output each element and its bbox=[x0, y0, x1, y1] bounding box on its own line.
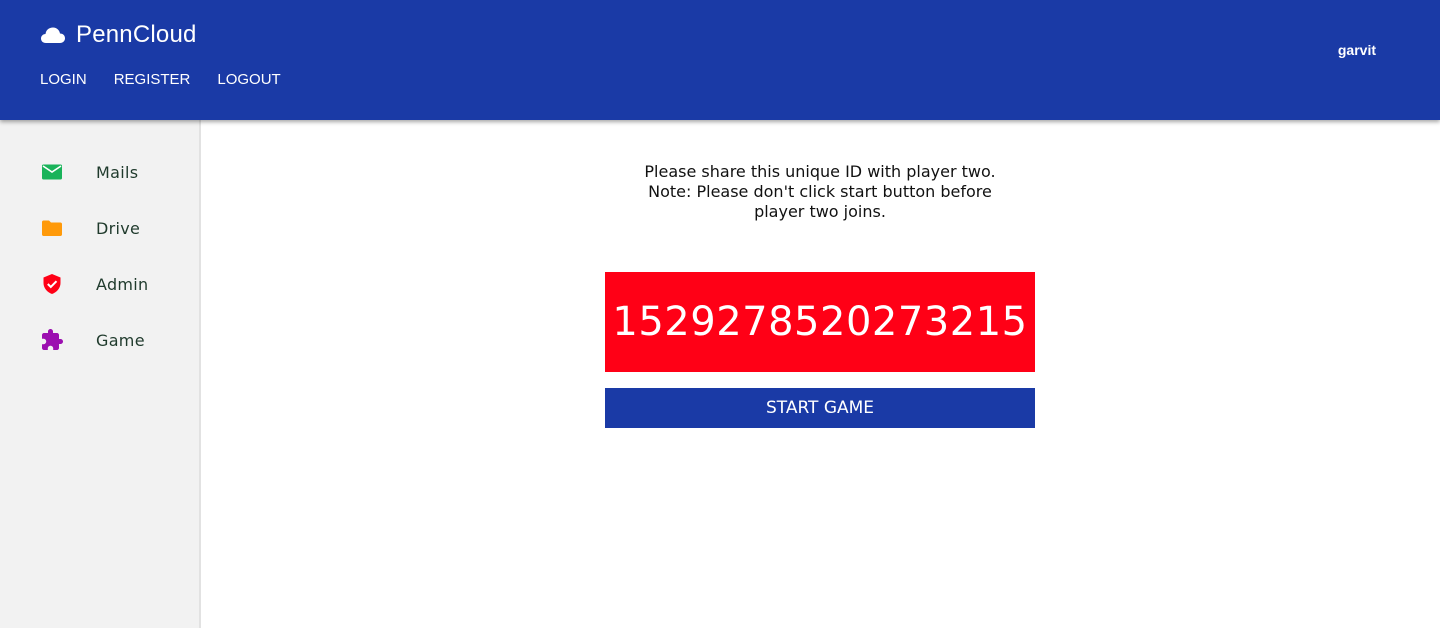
register-link[interactable]: REGISTER bbox=[114, 70, 191, 90]
top-nav: LOGIN REGISTER LOGOUT bbox=[40, 70, 308, 90]
sidebar-item-admin[interactable]: Admin bbox=[40, 270, 190, 298]
sidebar-item-game[interactable]: Game bbox=[40, 326, 190, 354]
instruction-line: Please share this unique ID with player … bbox=[644, 162, 996, 181]
login-link[interactable]: LOGIN bbox=[40, 70, 87, 90]
app-bar: PennCloud LOGIN REGISTER LOGOUT garvit bbox=[0, 0, 1440, 120]
mail-icon bbox=[40, 160, 64, 184]
app-title: PennCloud bbox=[76, 21, 197, 48]
cloud-icon bbox=[40, 25, 66, 45]
unique-id-display: 1529278520273215 bbox=[605, 272, 1035, 372]
logout-link[interactable]: LOGOUT bbox=[217, 70, 280, 90]
sidebar-item-mails[interactable]: Mails bbox=[40, 158, 190, 186]
sidebar-item-label: Admin bbox=[96, 274, 149, 294]
sidebar-item-label: Game bbox=[96, 330, 145, 350]
puzzle-icon bbox=[40, 328, 64, 352]
instruction-line: Note: Please don't click start button be… bbox=[648, 182, 992, 201]
sidebar: Mails Drive Admin Game bbox=[0, 120, 201, 628]
username[interactable]: garvit bbox=[1338, 42, 1376, 58]
shield-check-icon bbox=[40, 272, 64, 296]
share-instructions: Please share this unique ID with player … bbox=[601, 162, 1039, 222]
instruction-line: player two joins. bbox=[754, 202, 886, 221]
sidebar-item-label: Mails bbox=[96, 162, 139, 182]
main-content: Please share this unique ID with player … bbox=[201, 120, 1440, 628]
brand[interactable]: PennCloud bbox=[40, 20, 197, 50]
folder-icon bbox=[40, 216, 64, 240]
sidebar-item-drive[interactable]: Drive bbox=[40, 214, 190, 242]
start-game-button[interactable]: START GAME bbox=[605, 388, 1035, 428]
sidebar-item-label: Drive bbox=[96, 218, 141, 238]
